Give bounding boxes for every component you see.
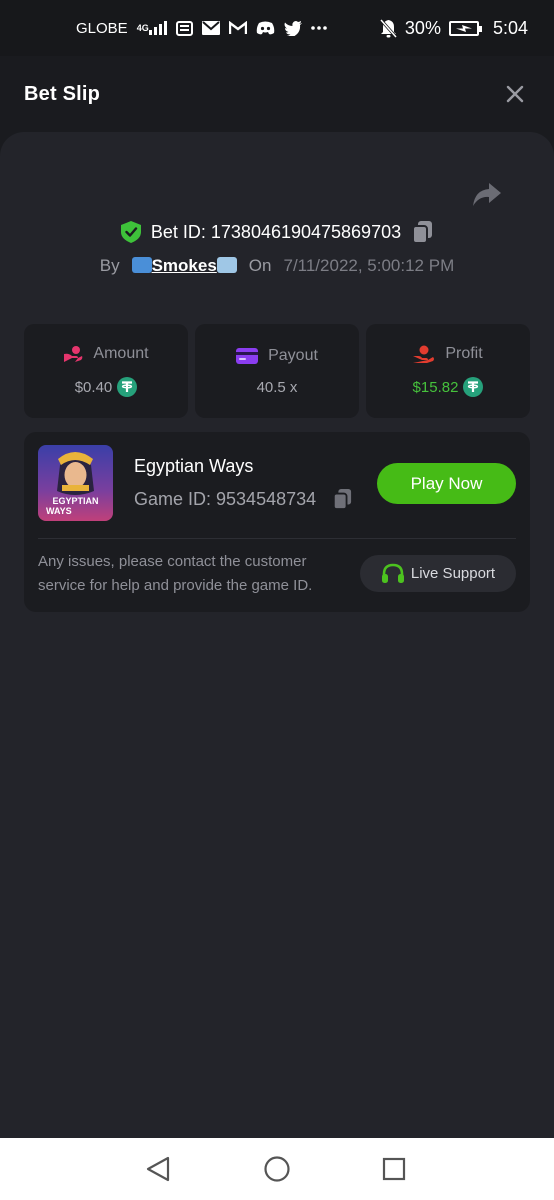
game-id-row: Game ID: 9534548734	[134, 488, 352, 510]
dash-emoji-icon	[216, 257, 237, 273]
status-bar: GLOBE 4G 30% 5:04	[0, 0, 554, 56]
username-link[interactable]: Smokes	[131, 256, 237, 276]
payout-card: Payout 40.5 x	[195, 324, 359, 418]
svg-text:EGYPTIAN: EGYPTIAN	[52, 496, 98, 506]
profit-label: Profit	[445, 345, 483, 362]
system-nav-bar	[0, 1138, 554, 1200]
news-icon	[175, 20, 193, 36]
tether-icon	[463, 377, 484, 397]
by-label: By	[99, 256, 120, 275]
bet-slip-header: Bet Slip	[0, 56, 554, 132]
mute-icon	[379, 18, 397, 38]
profit-icon	[413, 345, 435, 363]
carrier-label: GLOBE	[76, 19, 128, 37]
share-icon	[473, 183, 501, 206]
amount-card: Amount $0.40	[24, 324, 188, 418]
profit-card: Profit $15.82	[366, 324, 530, 418]
back-button[interactable]	[141, 1152, 175, 1186]
payout-value: 40.5 x	[256, 378, 298, 396]
battery-percent: 30%	[404, 17, 441, 38]
game-name: Egyptian Ways	[134, 456, 254, 476]
amount-value: $0.40	[74, 378, 113, 396]
game-card: EGYPTIAN WAYS Egyptian Ways Game ID: 953…	[24, 432, 530, 612]
battery-icon	[448, 20, 482, 36]
card-icon	[236, 347, 259, 364]
recents-icon	[382, 1157, 406, 1181]
bet-id: Bet ID: 1738046190475869703	[150, 221, 402, 242]
discord-icon	[256, 21, 275, 35]
username: Smokes	[151, 256, 217, 275]
live-support-label: Live Support	[410, 565, 496, 582]
copy-bet-id-icon[interactable]	[411, 220, 433, 244]
shield-check-icon	[120, 221, 141, 243]
payout-label: Payout	[268, 346, 318, 364]
game-id: Game ID: 9534548734	[134, 488, 317, 509]
share-button[interactable]	[472, 182, 504, 212]
home-button[interactable]	[260, 1152, 294, 1186]
twitter-icon	[283, 20, 302, 36]
play-now-button[interactable]: Play Now	[377, 463, 516, 504]
live-support-button[interactable]: Live Support	[360, 555, 516, 592]
close-button[interactable]	[500, 79, 530, 109]
bet-slip-sheet: Bet ID: 1738046190475869703 By Smokes On…	[0, 132, 554, 1138]
tether-icon	[117, 377, 138, 397]
more-icon	[310, 26, 327, 30]
bet-date: 7/11/2022, 5:00:12 PM	[283, 256, 455, 275]
svg-text:WAYS: WAYS	[46, 506, 72, 516]
headset-icon	[381, 563, 404, 583]
page-title: Bet Slip	[24, 82, 101, 105]
profit-value: $15.82	[412, 378, 459, 396]
gmail-icon	[228, 21, 247, 35]
amount-label: Amount	[93, 345, 149, 362]
bet-author-row: By Smokes On 7/11/2022, 5:00:12 PM	[0, 256, 554, 276]
back-icon	[146, 1156, 170, 1182]
home-icon	[264, 1156, 290, 1182]
on-label: On	[248, 256, 272, 275]
mail-icon	[201, 21, 220, 35]
recents-button[interactable]	[377, 1152, 411, 1186]
wager-icon	[64, 346, 83, 362]
copy-game-id-icon[interactable]	[332, 488, 352, 510]
status-bar-right: 30% 5:04	[379, 17, 528, 39]
signal-icon: 4G	[137, 21, 167, 35]
bet-id-row: Bet ID: 1738046190475869703	[0, 220, 554, 244]
person-emoji-icon	[131, 257, 152, 273]
clock: 5:04	[492, 17, 528, 38]
support-hint: Any issues, please contact the customer …	[38, 553, 313, 594]
divider	[38, 538, 516, 539]
network-label: 4G	[136, 23, 149, 33]
bet-stats: Amount $0.40 Payout 40.5 x Profit $15.82	[24, 324, 530, 418]
close-icon	[506, 85, 524, 103]
status-bar-left: GLOBE 4G	[76, 20, 327, 37]
game-thumbnail[interactable]: EGYPTIAN WAYS	[38, 445, 113, 521]
